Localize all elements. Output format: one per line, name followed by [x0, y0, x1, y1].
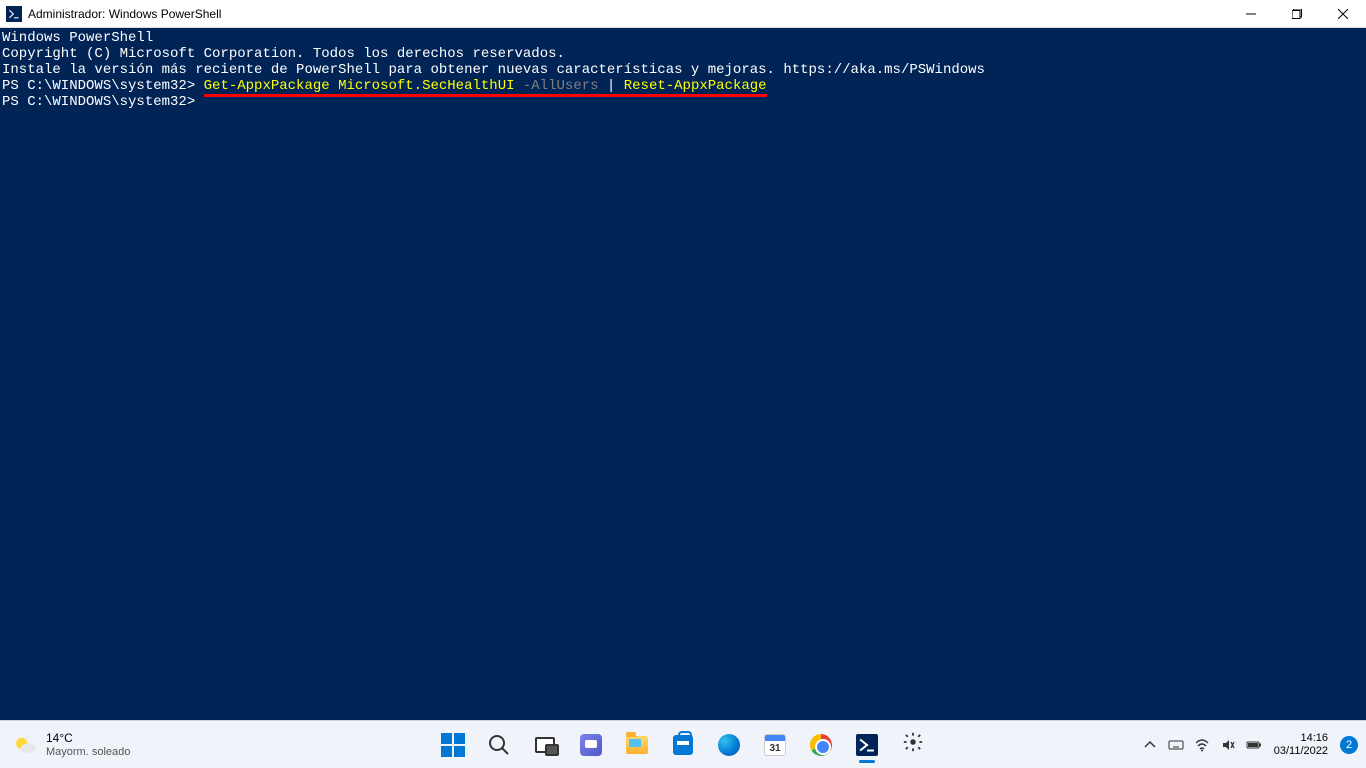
tray-clock[interactable]: 14:16 03/11/2022 [1270, 732, 1332, 758]
command-flag: -AllUsers [523, 78, 607, 94]
minimize-button[interactable] [1228, 0, 1274, 28]
prompt: PS C:\WINDOWS\system32> [2, 78, 204, 94]
chat-button[interactable] [571, 725, 611, 765]
wifi-icon[interactable] [1194, 737, 1210, 753]
powershell-icon [6, 6, 22, 22]
search-icon [487, 733, 511, 757]
start-button[interactable] [433, 725, 473, 765]
window-title: Administrador: Windows PowerShell [28, 7, 221, 21]
settings-button[interactable] [893, 725, 933, 765]
battery-icon[interactable] [1246, 737, 1262, 753]
edge-icon [718, 734, 740, 756]
close-button[interactable] [1320, 0, 1366, 28]
volume-icon[interactable] [1220, 737, 1236, 753]
console-line: Copyright (C) Microsoft Corporation. Tod… [2, 46, 1364, 62]
edge-button[interactable] [709, 725, 749, 765]
taskbar: 14°C Mayorm. soleado 31 [0, 720, 1366, 768]
weather-text: 14°C Mayorm. soleado [46, 731, 130, 759]
chevron-up-icon[interactable] [1142, 737, 1158, 753]
store-icon [673, 735, 693, 755]
taskbar-center: 31 [433, 721, 933, 768]
search-button[interactable] [479, 725, 519, 765]
weather-temperature: 14°C [46, 731, 130, 745]
windows-logo-icon [441, 733, 465, 757]
task-view-button[interactable] [525, 725, 565, 765]
console-line: PS C:\WINDOWS\system32> Get-AppxPackage … [2, 78, 1364, 94]
chat-icon [580, 734, 602, 756]
tray-icons[interactable] [1142, 737, 1262, 753]
calendar-day: 31 [765, 743, 785, 754]
powershell-icon [856, 734, 878, 756]
weather-condition: Mayorm. soleado [46, 745, 130, 759]
window-controls [1228, 0, 1366, 27]
command-pipe: | [607, 78, 624, 94]
calendar-icon: 31 [764, 734, 786, 756]
chrome-icon [810, 734, 832, 756]
calendar-button[interactable]: 31 [755, 725, 795, 765]
powershell-taskbar-button[interactable] [847, 725, 887, 765]
microsoft-store-button[interactable] [663, 725, 703, 765]
console-line: Instale la versión más reciente de Power… [2, 62, 1364, 78]
taskbar-tray: 14:16 03/11/2022 2 [1142, 721, 1358, 768]
command-text: Reset-AppxPackage [624, 78, 767, 94]
folder-icon [626, 736, 648, 754]
notifications-badge[interactable]: 2 [1340, 736, 1358, 754]
maximize-button[interactable] [1274, 0, 1320, 28]
keyboard-icon[interactable] [1168, 737, 1184, 753]
file-explorer-button[interactable] [617, 725, 657, 765]
chrome-button[interactable] [801, 725, 841, 765]
titlebar[interactable]: Administrador: Windows PowerShell [0, 0, 1366, 28]
command-text: Get-AppxPackage Microsoft.SecHealthUI [204, 78, 523, 94]
gear-icon [902, 731, 924, 758]
prompt: PS C:\WINDOWS\system32> [2, 94, 195, 110]
clock-date: 03/11/2022 [1274, 745, 1328, 758]
weather-icon [12, 732, 38, 758]
clock-time: 14:16 [1274, 732, 1328, 745]
console-line: Windows PowerShell [2, 30, 1364, 46]
taskbar-weather-widget[interactable]: 14°C Mayorm. soleado [0, 731, 300, 759]
powershell-window: Administrador: Windows PowerShell Window… [0, 0, 1366, 720]
console-area[interactable]: Windows PowerShellCopyright (C) Microsof… [0, 28, 1366, 720]
task-view-icon [535, 737, 555, 753]
